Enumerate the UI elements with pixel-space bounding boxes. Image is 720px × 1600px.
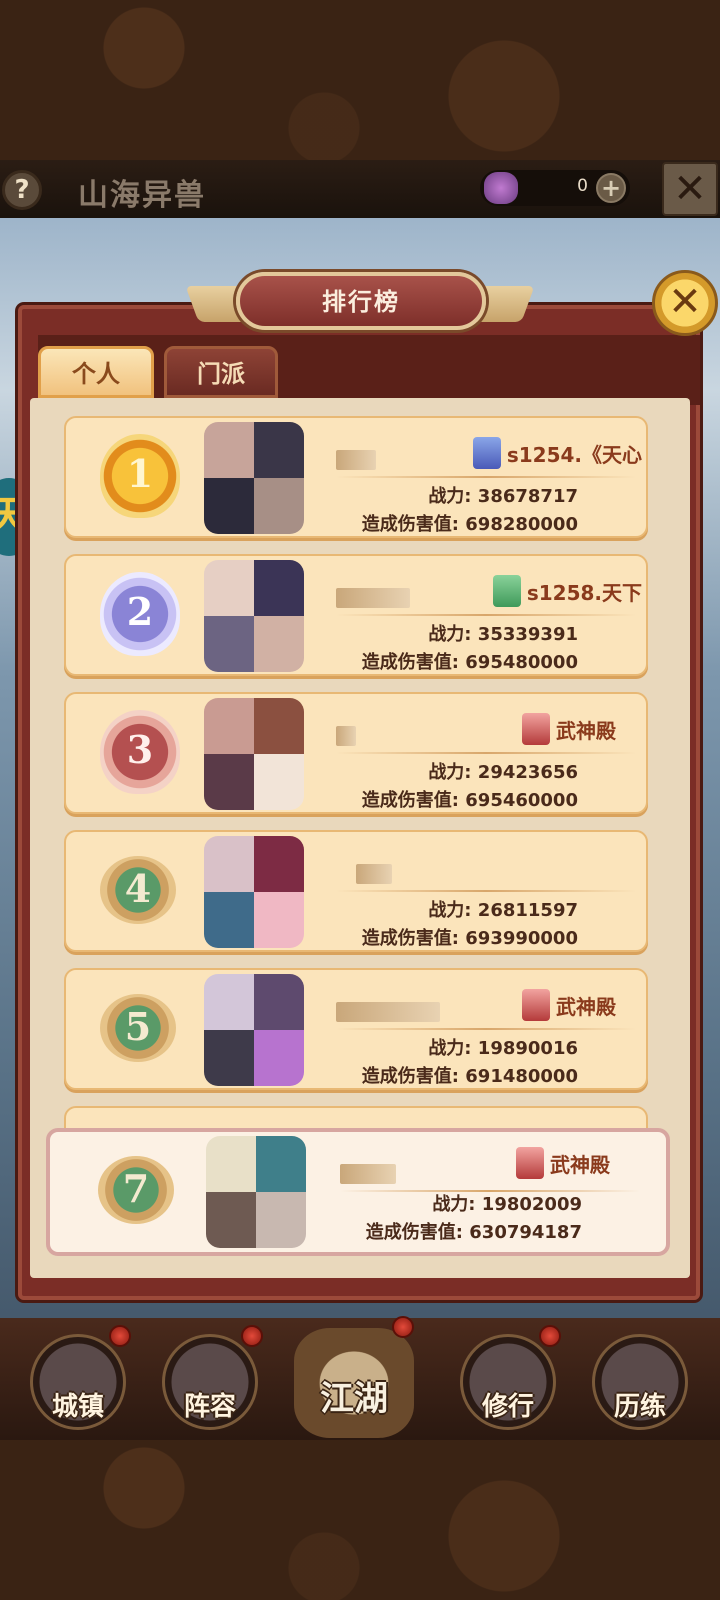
- currency-value: 0: [577, 176, 588, 196]
- nav-label: 修行: [481, 1392, 534, 1422]
- nav-lineup-button[interactable]: 阵容: [162, 1325, 263, 1430]
- ranking-row[interactable]: 3 武神殿 战力: 29423656 造成伤害值: 695460000: [64, 692, 648, 814]
- top-background: [0, 0, 720, 160]
- sect-name: 武神殿: [556, 994, 616, 1019]
- sect-tag: s1254.《天心: [472, 436, 642, 470]
- damage-stat: 造成伤害值: 695480000: [361, 652, 578, 673]
- power-value: 29423656: [477, 762, 578, 783]
- nav-label: 历练: [613, 1392, 666, 1422]
- bottom-nav: 城镇 阵容 江湖 修行 历练: [0, 1316, 720, 1440]
- ranking-row[interactable]: 4 战力: 26811597 造成伤害值: 693990000: [64, 830, 648, 952]
- ranking-row[interactable]: 1 s1254.《天心 战力: 38678717 造成伤害值: 69828000…: [64, 416, 648, 538]
- sect-banner-icon: [522, 989, 550, 1021]
- power-stat: 战力: 19802009: [432, 1194, 582, 1215]
- damage-value: 698280000: [465, 514, 578, 535]
- nav-cultivate-button[interactable]: 修行: [460, 1325, 561, 1430]
- power-value: 26811597: [477, 900, 578, 921]
- damage-value: 630794187: [469, 1222, 582, 1243]
- sect-banner-icon: [472, 437, 501, 469]
- sect-name: 武神殿: [550, 1152, 610, 1177]
- bottom-background: [0, 1440, 720, 1600]
- player-avatar: [204, 422, 304, 534]
- power-stat: 战力: 38678717: [428, 486, 578, 507]
- notification-dot: [241, 1325, 263, 1347]
- damage-stat: 造成伤害值: 630794187: [365, 1222, 582, 1243]
- nav-jianghu-button[interactable]: 江湖: [294, 1316, 414, 1438]
- event-title: 山海异兽: [78, 178, 206, 213]
- rank-badge: 5: [100, 994, 176, 1062]
- sect-name: s1258.天下: [526, 580, 642, 605]
- my-ranking-row[interactable]: 7 武神殿 战力: 19802009 造成伤害值: 630794187: [46, 1128, 670, 1256]
- currency-icon: [484, 172, 518, 204]
- player-name-blurred: [336, 450, 376, 470]
- damage-value: 693990000: [465, 928, 578, 949]
- player-avatar: [204, 698, 304, 810]
- power-value: 35339391: [477, 624, 578, 645]
- damage-stat: 造成伤害值: 695460000: [361, 790, 578, 811]
- damage-stat: 造成伤害值: 693990000: [361, 928, 578, 949]
- close-event-button[interactable]: ✕: [662, 162, 718, 216]
- power-stat: 战力: 29423656: [428, 762, 578, 783]
- ranking-row[interactable]: 5 武神殿 战力: 19890016 造成伤害值: 691480000: [64, 968, 648, 1090]
- player-avatar: [204, 836, 304, 948]
- power-value: 38678717: [477, 486, 578, 507]
- rank-medal-silver: 2: [100, 572, 180, 656]
- nav-label: 城镇: [51, 1392, 104, 1422]
- rank-medal-gold: 1: [100, 434, 180, 518]
- player-name-blurred: [336, 726, 356, 746]
- rank-badge: 4: [100, 856, 176, 924]
- sect-tag: 武神殿: [522, 712, 616, 746]
- divider: [336, 476, 636, 478]
- divider: [336, 890, 636, 892]
- damage-stat: 造成伤害值: 691480000: [361, 1066, 578, 1087]
- power-value: 19802009: [481, 1194, 582, 1215]
- notification-dot: [539, 1325, 561, 1347]
- divider: [336, 752, 636, 754]
- player-name-blurred: [340, 1164, 396, 1184]
- sect-banner-icon: [522, 713, 550, 745]
- sect-tag: 武神殿: [516, 1146, 610, 1180]
- sect-name: 武神殿: [556, 718, 616, 743]
- rank-medal-bronze: 3: [100, 710, 180, 794]
- rank-badge: 7: [98, 1156, 174, 1224]
- sect-banner-icon: [492, 575, 521, 607]
- divider: [336, 1028, 636, 1030]
- power-stat: 战力: 35339391: [428, 624, 578, 645]
- tab-personal[interactable]: 个人: [38, 346, 154, 398]
- power-value: 19890016: [477, 1038, 578, 1059]
- player-avatar: [204, 560, 304, 672]
- sect-name: s1254.《天心: [506, 442, 642, 467]
- nav-label: 江湖: [320, 1379, 388, 1419]
- player-avatar: [206, 1136, 306, 1248]
- add-currency-button[interactable]: +: [596, 173, 626, 203]
- player-name-blurred: [356, 864, 392, 884]
- nav-town-button[interactable]: 城镇: [30, 1325, 131, 1430]
- power-stat: 战力: 19890016: [428, 1038, 578, 1059]
- damage-stat: 造成伤害值: 698280000: [361, 514, 578, 535]
- currency-display: 0 +: [480, 170, 630, 206]
- power-stat: 战力: 26811597: [428, 900, 578, 921]
- player-name-blurred: [336, 588, 410, 608]
- damage-value: 695480000: [465, 652, 578, 673]
- ranking-row[interactable]: 2 s1258.天下 战力: 35339391 造成伤害值: 695480000: [64, 554, 648, 676]
- sect-banner-icon: [516, 1147, 544, 1179]
- top-bar: ? 山海异兽 0 + ✕: [0, 160, 720, 218]
- sect-tag: 武神殿: [522, 988, 616, 1022]
- nav-label: 阵容: [183, 1392, 236, 1422]
- notification-dot: [109, 1325, 131, 1347]
- panel-title: 排行榜: [322, 288, 400, 316]
- player-name-blurred: [336, 1002, 440, 1022]
- damage-value: 695460000: [465, 790, 578, 811]
- notification-dot: [392, 1316, 414, 1338]
- sect-tag: s1258.天下: [492, 574, 642, 608]
- ranking-list[interactable]: 1 s1254.《天心 战力: 38678717 造成伤害值: 69828000…: [30, 398, 690, 1278]
- nav-training-button[interactable]: 历练: [592, 1334, 688, 1430]
- player-avatar: [204, 974, 304, 1086]
- help-button[interactable]: ?: [2, 170, 42, 210]
- damage-value: 691480000: [465, 1066, 578, 1087]
- close-panel-button[interactable]: ✕: [652, 270, 718, 336]
- tab-sect[interactable]: 门派: [164, 346, 278, 398]
- divider: [336, 614, 636, 616]
